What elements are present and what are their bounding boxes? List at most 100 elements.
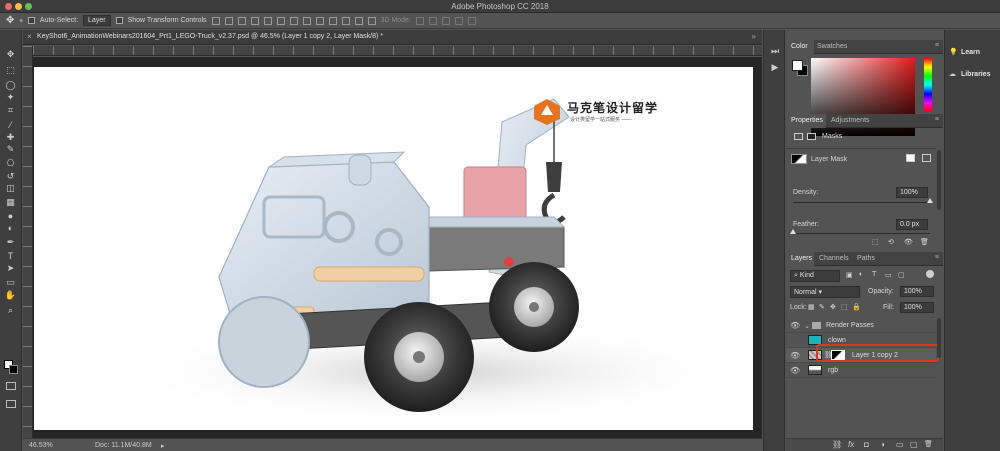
filter-toggle-icon[interactable] [926,270,934,278]
layer-mask-thumbnail[interactable] [791,154,807,164]
libraries-panel-button[interactable]: ☁ Libraries [949,70,991,78]
status-menu-icon[interactable]: ▸ [161,442,165,450]
layers-scrollbar[interactable] [937,318,941,358]
tab-channels[interactable]: Channels [819,255,849,262]
filter-pixel-icon[interactable]: ▣ [846,271,853,279]
tab-properties[interactable]: Properties [791,117,823,124]
history-panel-icon[interactable]: ⏭ [769,46,781,56]
density-slider[interactable] [793,202,930,203]
new-layer-icon[interactable]: ▢ [910,440,918,449]
type-icon[interactable]: T [4,251,17,262]
lock-image-icon[interactable]: ✎ [819,303,825,311]
distribute-right-icon[interactable] [354,16,363,25]
tab-color[interactable]: Color [791,43,808,50]
filter-kind-dropdown[interactable]: ⌕ Kind [790,270,840,282]
feather-field[interactable]: 0.0 px [896,219,928,230]
delete-mask-icon[interactable]: 🗑 [920,238,929,246]
link-layers-icon[interactable]: ⛓ [832,440,842,449]
lasso-icon[interactable]: ◯ [4,80,17,91]
learn-panel-button[interactable]: 💡 Learn [949,48,980,56]
align-bottom-icon[interactable] [237,16,246,25]
3d-roll-icon[interactable] [428,16,437,25]
mask-icon[interactable] [807,133,816,140]
zoom-icon[interactable]: ⌕ [4,305,17,316]
eyedropper-icon[interactable]: ⁄ [4,120,17,131]
3d-slide-icon[interactable] [454,16,463,25]
add-vector-mask-icon[interactable] [922,154,931,162]
lock-position-icon[interactable]: ✥ [830,303,836,311]
layer-group-render-passes[interactable]: 👁 ⌄ Render Passes [786,318,936,333]
lock-artboard-icon[interactable]: ⬚ [841,303,848,311]
transform-controls-checkbox[interactable] [115,17,123,24]
blend-mode-dropdown[interactable]: Normal ▾ [790,286,860,298]
group-expand-chevron-icon[interactable]: ⌄ [804,322,810,330]
doc-size-info[interactable]: Doc: 11.1M/40.8M [95,442,152,449]
pen-icon[interactable]: ✒ [4,237,17,248]
align-top-icon[interactable] [211,16,220,25]
screen-mode-icon[interactable] [6,400,16,408]
auto-select-dropdown[interactable]: Layer [83,15,111,26]
hue-slider[interactable] [924,58,932,112]
color-panel-menu-icon[interactable]: ≡ [935,42,939,49]
align-middle-icon[interactable] [224,16,233,25]
healing-icon[interactable]: ✚ [4,132,17,143]
foreground-swatch[interactable] [792,60,803,71]
horizontal-ruler[interactable] [33,46,762,56]
layers-panel-menu-icon[interactable]: ≡ [935,254,939,261]
add-mask-icon[interactable]: ◘ [864,440,869,449]
eraser-icon[interactable]: ◫ [4,183,17,194]
align-left-icon[interactable] [250,16,259,25]
lock-transparent-icon[interactable]: ▦ [808,303,815,311]
vertical-ruler[interactable] [23,46,33,438]
move-tool-icon[interactable]: ✥ [6,15,14,26]
path-select-icon[interactable]: ➤ [4,263,17,274]
hand-icon[interactable]: ✋ [4,290,17,301]
document-canvas[interactable]: 马克笔设计留学 设计类留学一站式服务 —— [34,67,753,430]
close-document-icon[interactable]: × [27,32,32,41]
tab-paths[interactable]: Paths [857,255,875,262]
layer-rgb[interactable]: 👁 rgb [786,363,936,378]
shape-icon[interactable]: ▭ [4,277,17,288]
load-selection-icon[interactable]: ⬚ [872,238,879,246]
new-group-icon[interactable]: ▭ [896,440,904,449]
tab-adjustments[interactable]: Adjustments [831,117,870,124]
collapse-panels-icon[interactable]: » [752,32,756,41]
select-pixel-mask-icon[interactable] [906,154,915,162]
zoom-level[interactable]: 46.53% [29,442,53,449]
distribute-left-icon[interactable] [328,16,337,25]
properties-panel-menu-icon[interactable]: ≡ [935,116,939,123]
quick-mask-icon[interactable] [6,382,16,390]
density-field[interactable]: 100% [896,187,928,198]
filter-smart-object-icon[interactable]: ▢ [898,271,905,279]
apply-mask-icon[interactable]: ⟲ [888,238,894,246]
distribute-middle-icon[interactable] [302,16,311,25]
filter-type-icon[interactable]: T [872,271,876,278]
move-icon[interactable]: ✥ [4,49,17,60]
document-tab[interactable]: × KeyShot6_AnimationWebinars201604_Prt1_… [23,30,762,45]
actions-panel-icon[interactable]: ▶ [769,62,781,72]
history-brush-icon[interactable]: ↺ [4,171,17,182]
tool-preset-dropdown[interactable]: ▾ [19,17,23,25]
filter-shape-icon[interactable]: ▭ [885,271,892,279]
feather-slider[interactable] [793,233,930,234]
visibility-eye-icon[interactable]: 👁 [790,351,800,360]
properties-scrollbar[interactable] [937,150,941,210]
lock-all-icon[interactable]: 🔒 [852,303,861,311]
auto-select-checkbox[interactable] [27,17,35,24]
distribute-center-icon[interactable] [341,16,350,25]
tab-layers[interactable]: Layers [791,255,812,262]
visibility-eye-icon[interactable]: 👁 [790,321,800,330]
align-center-icon[interactable] [263,16,272,25]
distribute-top-icon[interactable] [289,16,298,25]
distribute-bottom-icon[interactable] [315,16,324,25]
adjustment-layer-icon[interactable]: ◑ [880,440,885,449]
pixel-mask-icon[interactable] [794,133,803,140]
density-slider-knob[interactable] [927,198,933,203]
brush-icon[interactable]: ✎ [4,144,17,155]
tab-swatches[interactable]: Swatches [817,43,847,50]
visibility-box-empty[interactable] [790,337,797,344]
auto-align-icon[interactable] [367,16,376,25]
visibility-eye-icon[interactable]: 👁 [790,366,800,375]
feather-slider-knob[interactable] [790,229,796,234]
marquee-icon[interactable]: ⬚ [4,65,17,76]
